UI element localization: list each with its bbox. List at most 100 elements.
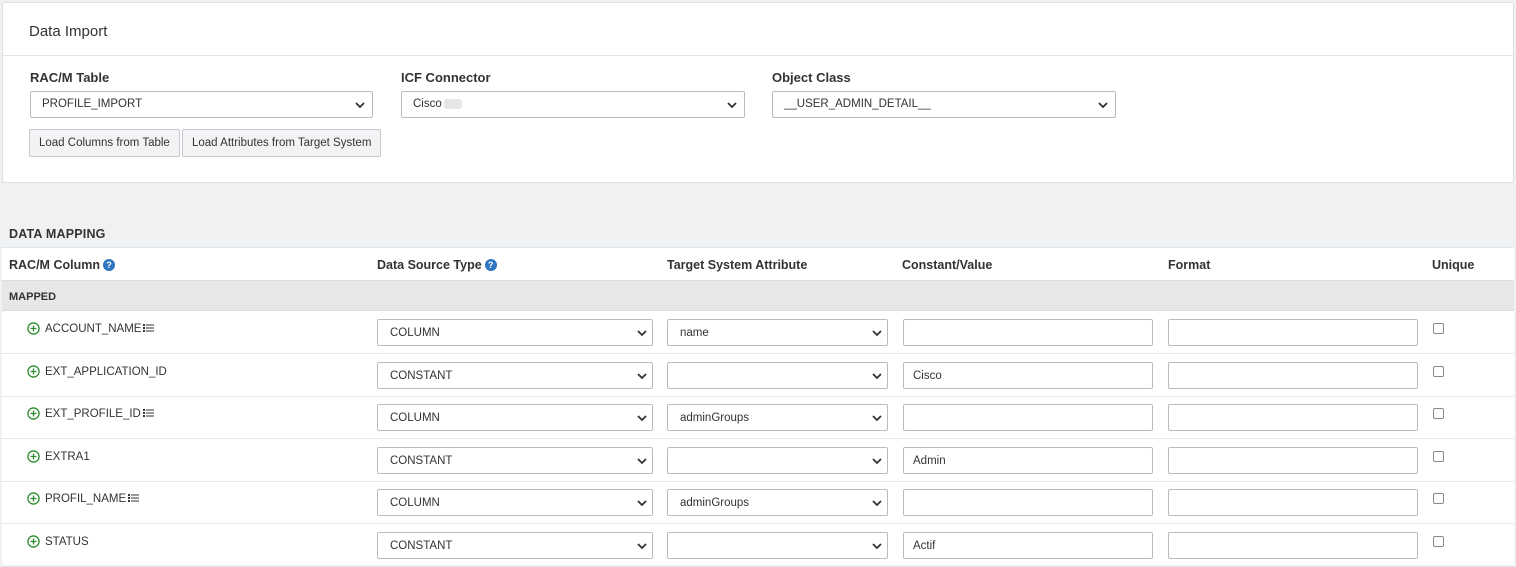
constant-value-input[interactable] [903, 489, 1153, 516]
table-row: EXT_PROFILE_ID COLUMN adminGroups [2, 397, 1514, 439]
constant-value-input[interactable]: Cisco [903, 362, 1153, 389]
table-row: ACCOUNT_NAME COLUMN name [2, 312, 1514, 354]
data-import-panel: Data Import RAC/M Table PROFILE_IMPORT I… [2, 2, 1514, 183]
panel-title: Data Import [3, 3, 1513, 56]
racm-column-label: PROFIL_NAME [45, 493, 127, 505]
plus-circle-icon[interactable] [27, 365, 40, 378]
chevron-down-icon [872, 543, 882, 550]
help-icon[interactable]: ? [102, 259, 115, 271]
constant-value-input[interactable]: Actif [903, 532, 1153, 559]
redacted-mark [443, 98, 462, 109]
object-class-select[interactable]: __USER_ADMIN_DETAIL__ [772, 91, 1116, 118]
format-input[interactable] [1168, 404, 1418, 431]
racm-column-name: STATUS [45, 536, 89, 548]
data-mapping-title: DATA MAPPING [9, 227, 106, 241]
constant-value-input[interactable] [903, 404, 1153, 431]
chevron-down-icon [637, 415, 647, 422]
icf-connector-value: Cisco [413, 98, 442, 110]
data-source-type-select[interactable]: CONSTANT [377, 362, 653, 389]
chevron-down-icon [637, 458, 647, 465]
object-class-value: __USER_ADMIN_DETAIL__ [784, 98, 931, 110]
unique-checkbox[interactable] [1433, 451, 1444, 462]
icf-connector-field: ICF Connector Cisco [401, 70, 745, 118]
chevron-down-icon [872, 458, 882, 465]
chevron-down-icon [637, 373, 647, 380]
data-source-type-value: CONSTANT [390, 370, 453, 382]
table-row: EXT_APPLICATION_ID CONSTANT Cisco [2, 355, 1514, 397]
icf-connector-select[interactable]: Cisco [401, 91, 745, 118]
racm-column-name: PROFIL_NAME [45, 493, 140, 505]
group-label: MAPPED [9, 291, 57, 303]
load-columns-button[interactable]: Load Columns from Table [29, 129, 180, 157]
constant-value-input[interactable] [903, 319, 1153, 346]
format-input[interactable] [1168, 532, 1418, 559]
racm-column-label: ACCOUNT_NAME [45, 323, 142, 335]
target-attribute-select[interactable] [667, 447, 888, 474]
target-attribute-value: adminGroups [680, 412, 750, 424]
unique-checkbox[interactable] [1433, 493, 1444, 504]
data-source-type-value: COLUMN [390, 412, 440, 424]
data-source-type-select[interactable]: COLUMN [377, 404, 653, 431]
format-input[interactable] [1168, 447, 1418, 474]
racm-column-label: EXT_APPLICATION_ID [45, 366, 167, 378]
unique-checkbox[interactable] [1433, 366, 1444, 377]
chevron-down-icon [1098, 102, 1108, 109]
header-constant-value: Constant/Value [902, 258, 993, 272]
target-attribute-value: name [680, 327, 709, 339]
racm-table-select[interactable]: PROFILE_IMPORT [30, 91, 373, 118]
chevron-down-icon [872, 330, 882, 337]
target-attribute-select[interactable]: adminGroups [667, 404, 888, 431]
list-icon[interactable] [128, 493, 140, 503]
header-target-system-attribute: Target System Attribute [667, 258, 808, 272]
data-source-type-value: COLUMN [390, 327, 440, 339]
chevron-down-icon [637, 543, 647, 550]
format-input[interactable] [1168, 319, 1418, 346]
plus-circle-icon[interactable] [27, 450, 40, 463]
help-icon[interactable]: ? [484, 259, 497, 271]
header-data-source-type: Data Source Type? [377, 258, 497, 272]
target-attribute-select[interactable] [667, 532, 888, 559]
plus-circle-icon[interactable] [27, 535, 40, 548]
icf-connector-label: ICF Connector [401, 70, 491, 85]
racm-column-name: EXT_PROFILE_ID [45, 408, 154, 420]
racm-column-name: EXT_APPLICATION_ID [45, 366, 167, 378]
data-source-type-select[interactable]: COLUMN [377, 489, 653, 516]
header-format: Format [1168, 258, 1211, 272]
racm-table-field: RAC/M Table PROFILE_IMPORT [30, 70, 373, 118]
target-attribute-select[interactable]: adminGroups [667, 489, 888, 516]
racm-column-name: EXTRA1 [45, 451, 90, 463]
data-source-type-select[interactable]: COLUMN [377, 319, 653, 346]
data-source-type-select[interactable]: CONSTANT [377, 447, 653, 474]
target-attribute-select[interactable]: name [667, 319, 888, 346]
format-input[interactable] [1168, 362, 1418, 389]
header-racm-column: RAC/M Column? [9, 258, 115, 272]
unique-checkbox[interactable] [1433, 536, 1444, 547]
racm-table-label: RAC/M Table [30, 70, 110, 85]
racm-column-label: EXT_PROFILE_ID [45, 408, 141, 420]
table-row: STATUS CONSTANT Actif [2, 525, 1514, 567]
unique-checkbox[interactable] [1433, 408, 1444, 419]
data-source-type-value: CONSTANT [390, 540, 453, 552]
data-source-type-value: CONSTANT [390, 455, 453, 467]
data-source-type-value: COLUMN [390, 497, 440, 509]
chevron-down-icon [727, 102, 737, 109]
format-input[interactable] [1168, 489, 1418, 516]
racm-column-label: STATUS [45, 536, 89, 548]
chevron-down-icon [872, 415, 882, 422]
plus-circle-icon[interactable] [27, 322, 40, 335]
load-attributes-button[interactable]: Load Attributes from Target System [182, 129, 382, 157]
chevron-down-icon [872, 500, 882, 507]
chevron-down-icon [355, 102, 365, 109]
plus-circle-icon[interactable] [27, 407, 40, 420]
object-class-field: Object Class __USER_ADMIN_DETAIL__ [772, 70, 1116, 118]
data-source-type-select[interactable]: CONSTANT [377, 532, 653, 559]
target-attribute-select[interactable] [667, 362, 888, 389]
racm-column-label: EXTRA1 [45, 451, 90, 463]
list-icon[interactable] [143, 323, 155, 333]
table-row: PROFIL_NAME COLUMN adminGroups [2, 482, 1514, 524]
list-icon[interactable] [142, 408, 154, 418]
plus-circle-icon[interactable] [27, 492, 40, 505]
constant-value-input[interactable]: Admin [903, 447, 1153, 474]
racm-table-value: PROFILE_IMPORT [42, 98, 143, 110]
unique-checkbox[interactable] [1433, 323, 1444, 334]
